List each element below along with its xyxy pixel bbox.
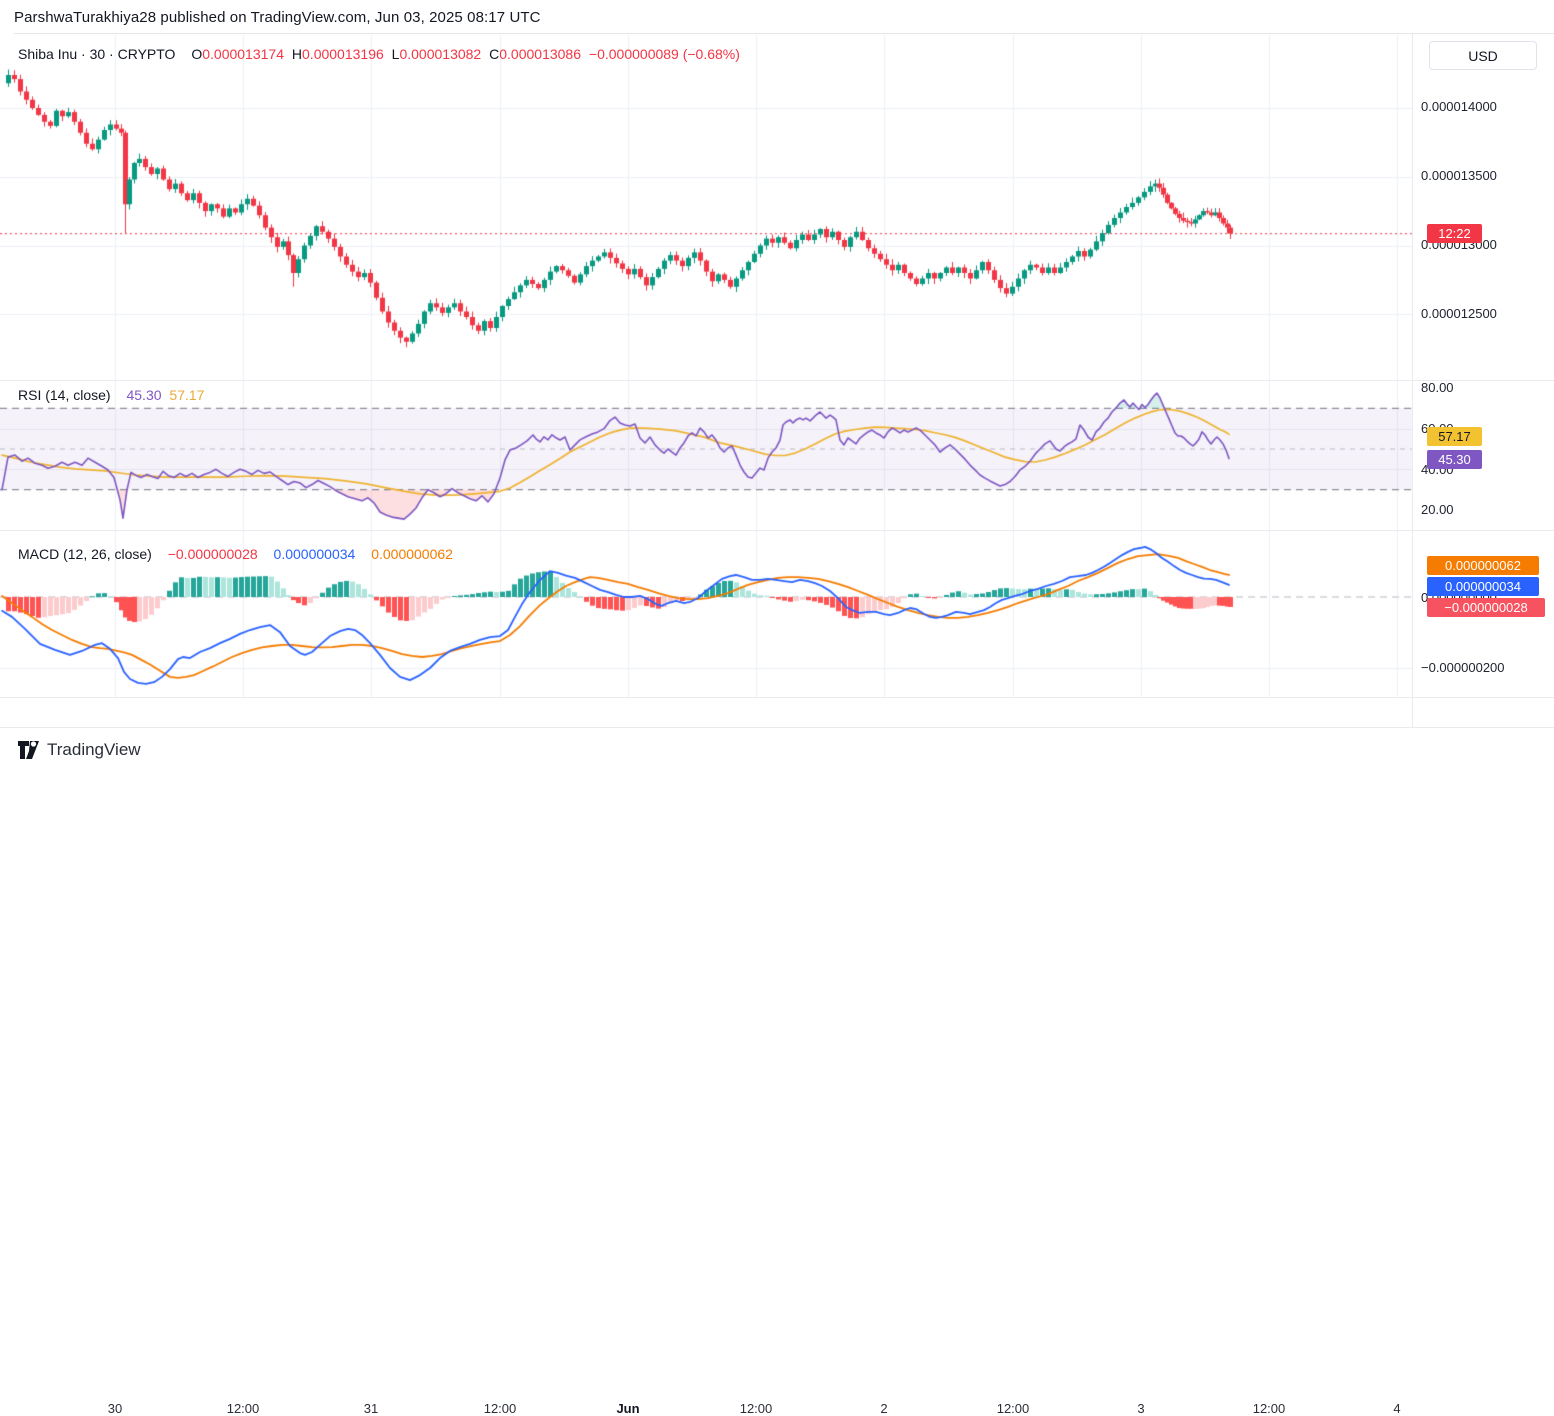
time-label: 12:00 <box>226 1401 260 1416</box>
tradingview-link[interactable]: TradingView <box>18 740 141 760</box>
time-label: Jun <box>616 1401 640 1416</box>
change-value: −0.000000089 (−0.68%) <box>588 46 740 62</box>
pane-divider-price-rsi <box>0 380 1554 381</box>
rsi-legend[interactable]: RSI (14, close) 45.30 57.17 <box>18 387 208 403</box>
high-label: H <box>291 46 303 62</box>
chart-canvas <box>0 0 1554 772</box>
symbol-legend[interactable]: Shiba Inu · 30 · CRYPTO O0.000013174 H0.… <box>18 46 744 62</box>
published-line: ParshwaTurakhiya28 published on TradingV… <box>14 9 541 26</box>
time-label: 12:00 <box>996 1401 1030 1416</box>
tradingview-logo-icon <box>18 740 39 759</box>
macd-hist-value: −0.000000028 <box>167 546 258 562</box>
pane-divider-rsi-macd <box>0 530 1554 531</box>
macd-line-badge: 0.000000034 <box>1427 577 1539 596</box>
rsi-value-badge: 45.30 <box>1427 450 1482 469</box>
high-value: 0.000013196 <box>302 46 384 62</box>
rsi-axis-label: 80.00 <box>1421 380 1454 395</box>
macd-axis-label: −0.000000200 <box>1421 660 1505 675</box>
macd-signal-badge: 0.000000062 <box>1427 556 1539 575</box>
time-label: 12:00 <box>483 1401 517 1416</box>
time-axis-divider-bottom <box>0 727 1554 728</box>
rsi-title: RSI (14, close) <box>18 387 111 403</box>
symbol-title: Shiba Inu · 30 · CRYPTO <box>18 46 176 62</box>
time-label: 31 <box>363 1401 379 1416</box>
time-label: 3 <box>1137 1401 1145 1416</box>
macd-legend[interactable]: MACD (12, 26, close) −0.000000028 0.0000… <box>18 546 457 562</box>
macd-title: MACD (12, 26, close) <box>18 546 152 562</box>
price-axis-label: 0.000013500 <box>1421 168 1497 183</box>
open-value: 0.000013174 <box>202 46 284 62</box>
macd-hist-badge: −0.000000028 <box>1427 598 1545 617</box>
tradingview-brand-text: TradingView <box>47 740 141 759</box>
macd-line-value: 0.000000034 <box>273 546 356 562</box>
macd-signal-value: 0.000000062 <box>371 546 453 562</box>
rsi-ma-value: 57.17 <box>169 387 205 403</box>
time-label: 12:00 <box>1252 1401 1286 1416</box>
rsi-value: 45.30 <box>126 387 162 403</box>
rsi-ma-badge: 57.17 <box>1427 427 1482 446</box>
close-value: 0.000013086 <box>499 46 582 62</box>
close-label: C <box>489 46 500 62</box>
time-label: 12:00 <box>739 1401 773 1416</box>
open-label: O <box>191 46 203 62</box>
header-divider <box>14 33 1554 34</box>
time-axis[interactable]: 30 12:00 31 12:00 Jun 12:00 2 12:00 3 12… <box>0 698 1412 1416</box>
rsi-axis-label: 20.00 <box>1421 502 1454 517</box>
price-axis-label: 0.000012500 <box>1421 306 1497 321</box>
currency-toggle-button[interactable]: USD <box>1429 41 1537 70</box>
time-label: 4 <box>1393 1401 1401 1416</box>
bar-countdown-badge: 12:22 <box>1427 224 1482 243</box>
low-value: 0.000013082 <box>399 46 482 62</box>
time-label: 2 <box>880 1401 888 1416</box>
price-axis-label: 0.000014000 <box>1421 99 1497 114</box>
time-label: 30 <box>107 1401 123 1416</box>
